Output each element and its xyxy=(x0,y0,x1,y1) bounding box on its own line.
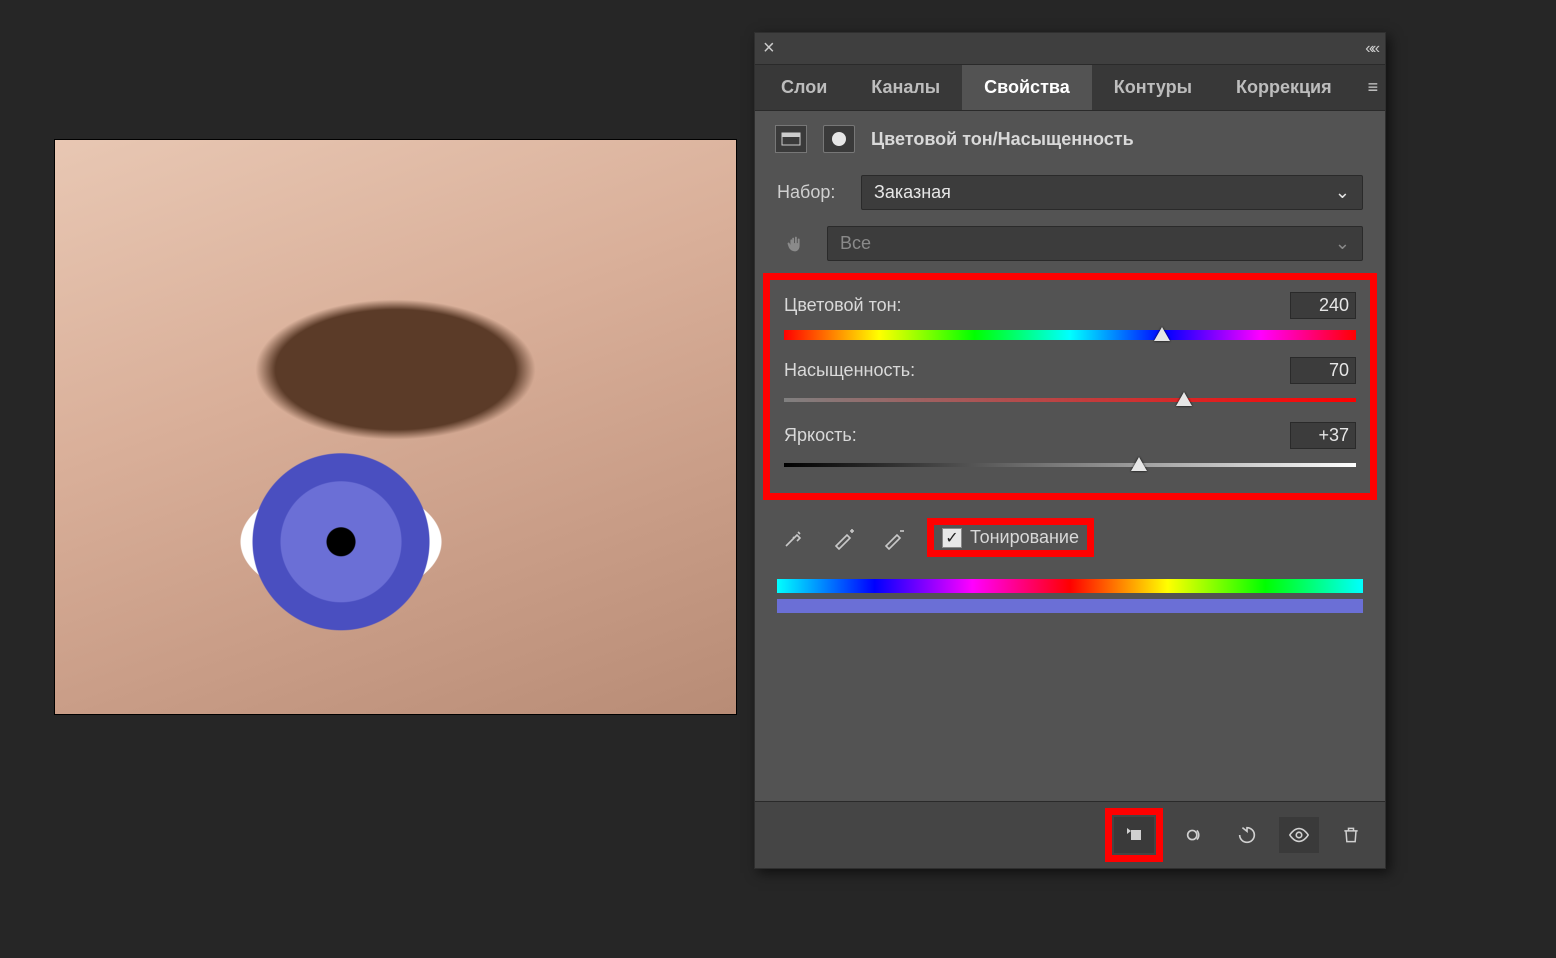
close-icon[interactable]: × xyxy=(763,37,775,60)
lightness-slider: Яркость: xyxy=(778,416,1362,481)
panel-header: × «« xyxy=(755,33,1385,65)
adjustment-title: Цветовой тон/Насыщенность xyxy=(871,129,1134,150)
color-range-select: Все ⌄ xyxy=(827,226,1363,261)
saturation-thumb[interactable] xyxy=(1176,392,1192,406)
previous-state-button[interactable] xyxy=(1175,817,1215,853)
panel-footer xyxy=(755,801,1385,868)
delete-button[interactable] xyxy=(1331,817,1371,853)
colorize-label: Тонирование xyxy=(970,527,1079,548)
hue-input[interactable] xyxy=(1290,292,1356,319)
chevron-down-icon: ⌄ xyxy=(1335,182,1350,203)
eyedropper-icon[interactable] xyxy=(777,521,811,555)
clip-to-layer-button[interactable] xyxy=(1114,817,1154,853)
tab-properties[interactable]: Свойства xyxy=(962,65,1092,110)
preset-label: Набор: xyxy=(777,182,847,203)
sliders-highlight: Цветовой тон: Насыщенность: Яркость: xyxy=(763,273,1377,500)
targeted-adjustment-icon[interactable] xyxy=(777,233,813,255)
lightness-thumb[interactable] xyxy=(1131,457,1147,471)
spectrum-output xyxy=(777,599,1363,613)
adjustment-header: Цветовой тон/Насыщенность xyxy=(755,111,1385,167)
eyedropper-subtract-icon[interactable] xyxy=(877,521,911,555)
saturation-track[interactable] xyxy=(784,394,1356,406)
hue-label: Цветовой тон: xyxy=(784,295,902,316)
document-canvas[interactable] xyxy=(55,140,736,714)
chevron-down-icon: ⌄ xyxy=(1335,233,1350,254)
eyedropper-row: ✓ Тонирование xyxy=(755,504,1385,575)
color-spectrum xyxy=(777,579,1363,613)
tab-layers[interactable]: Слои xyxy=(759,65,849,110)
collapse-icon[interactable]: «« xyxy=(1365,40,1377,58)
toggle-visibility-button[interactable] xyxy=(1279,817,1319,853)
spectrum-input xyxy=(777,579,1363,593)
color-range-value: Все xyxy=(840,233,871,254)
hue-saturation-icon xyxy=(775,125,807,153)
hue-thumb[interactable] xyxy=(1154,327,1170,341)
tab-bar: Слои Каналы Свойства Контуры Коррекция ≡ xyxy=(755,65,1385,111)
saturation-label: Насыщенность: xyxy=(784,360,915,381)
layer-mask-icon xyxy=(823,125,855,153)
tab-paths[interactable]: Контуры xyxy=(1092,65,1214,110)
saturation-input[interactable] xyxy=(1290,357,1356,384)
saturation-slider: Насыщенность: xyxy=(778,351,1362,416)
tab-channels[interactable]: Каналы xyxy=(849,65,962,110)
properties-panel: × «« Слои Каналы Свойства Контуры Коррек… xyxy=(754,32,1386,869)
reset-button[interactable] xyxy=(1227,817,1267,853)
clip-to-layer-highlight xyxy=(1105,808,1163,862)
lightness-track[interactable] xyxy=(784,459,1356,471)
lightness-label: Яркость: xyxy=(784,425,857,446)
hue-slider: Цветовой тон: xyxy=(778,286,1362,351)
colorize-highlight: ✓ Тонирование xyxy=(927,518,1094,557)
preset-value: Заказная xyxy=(874,182,951,203)
eyedropper-add-icon[interactable] xyxy=(827,521,861,555)
preset-select[interactable]: Заказная ⌄ xyxy=(861,175,1363,210)
preset-row: Набор: Заказная ⌄ xyxy=(755,167,1385,218)
colorize-checkbox[interactable]: ✓ xyxy=(942,528,962,548)
color-range-row: Все ⌄ xyxy=(755,218,1385,269)
tab-adjustments[interactable]: Коррекция xyxy=(1214,65,1354,110)
lightness-input[interactable] xyxy=(1290,422,1356,449)
panel-menu-icon[interactable]: ≡ xyxy=(1354,77,1393,98)
hue-track[interactable] xyxy=(784,329,1356,341)
